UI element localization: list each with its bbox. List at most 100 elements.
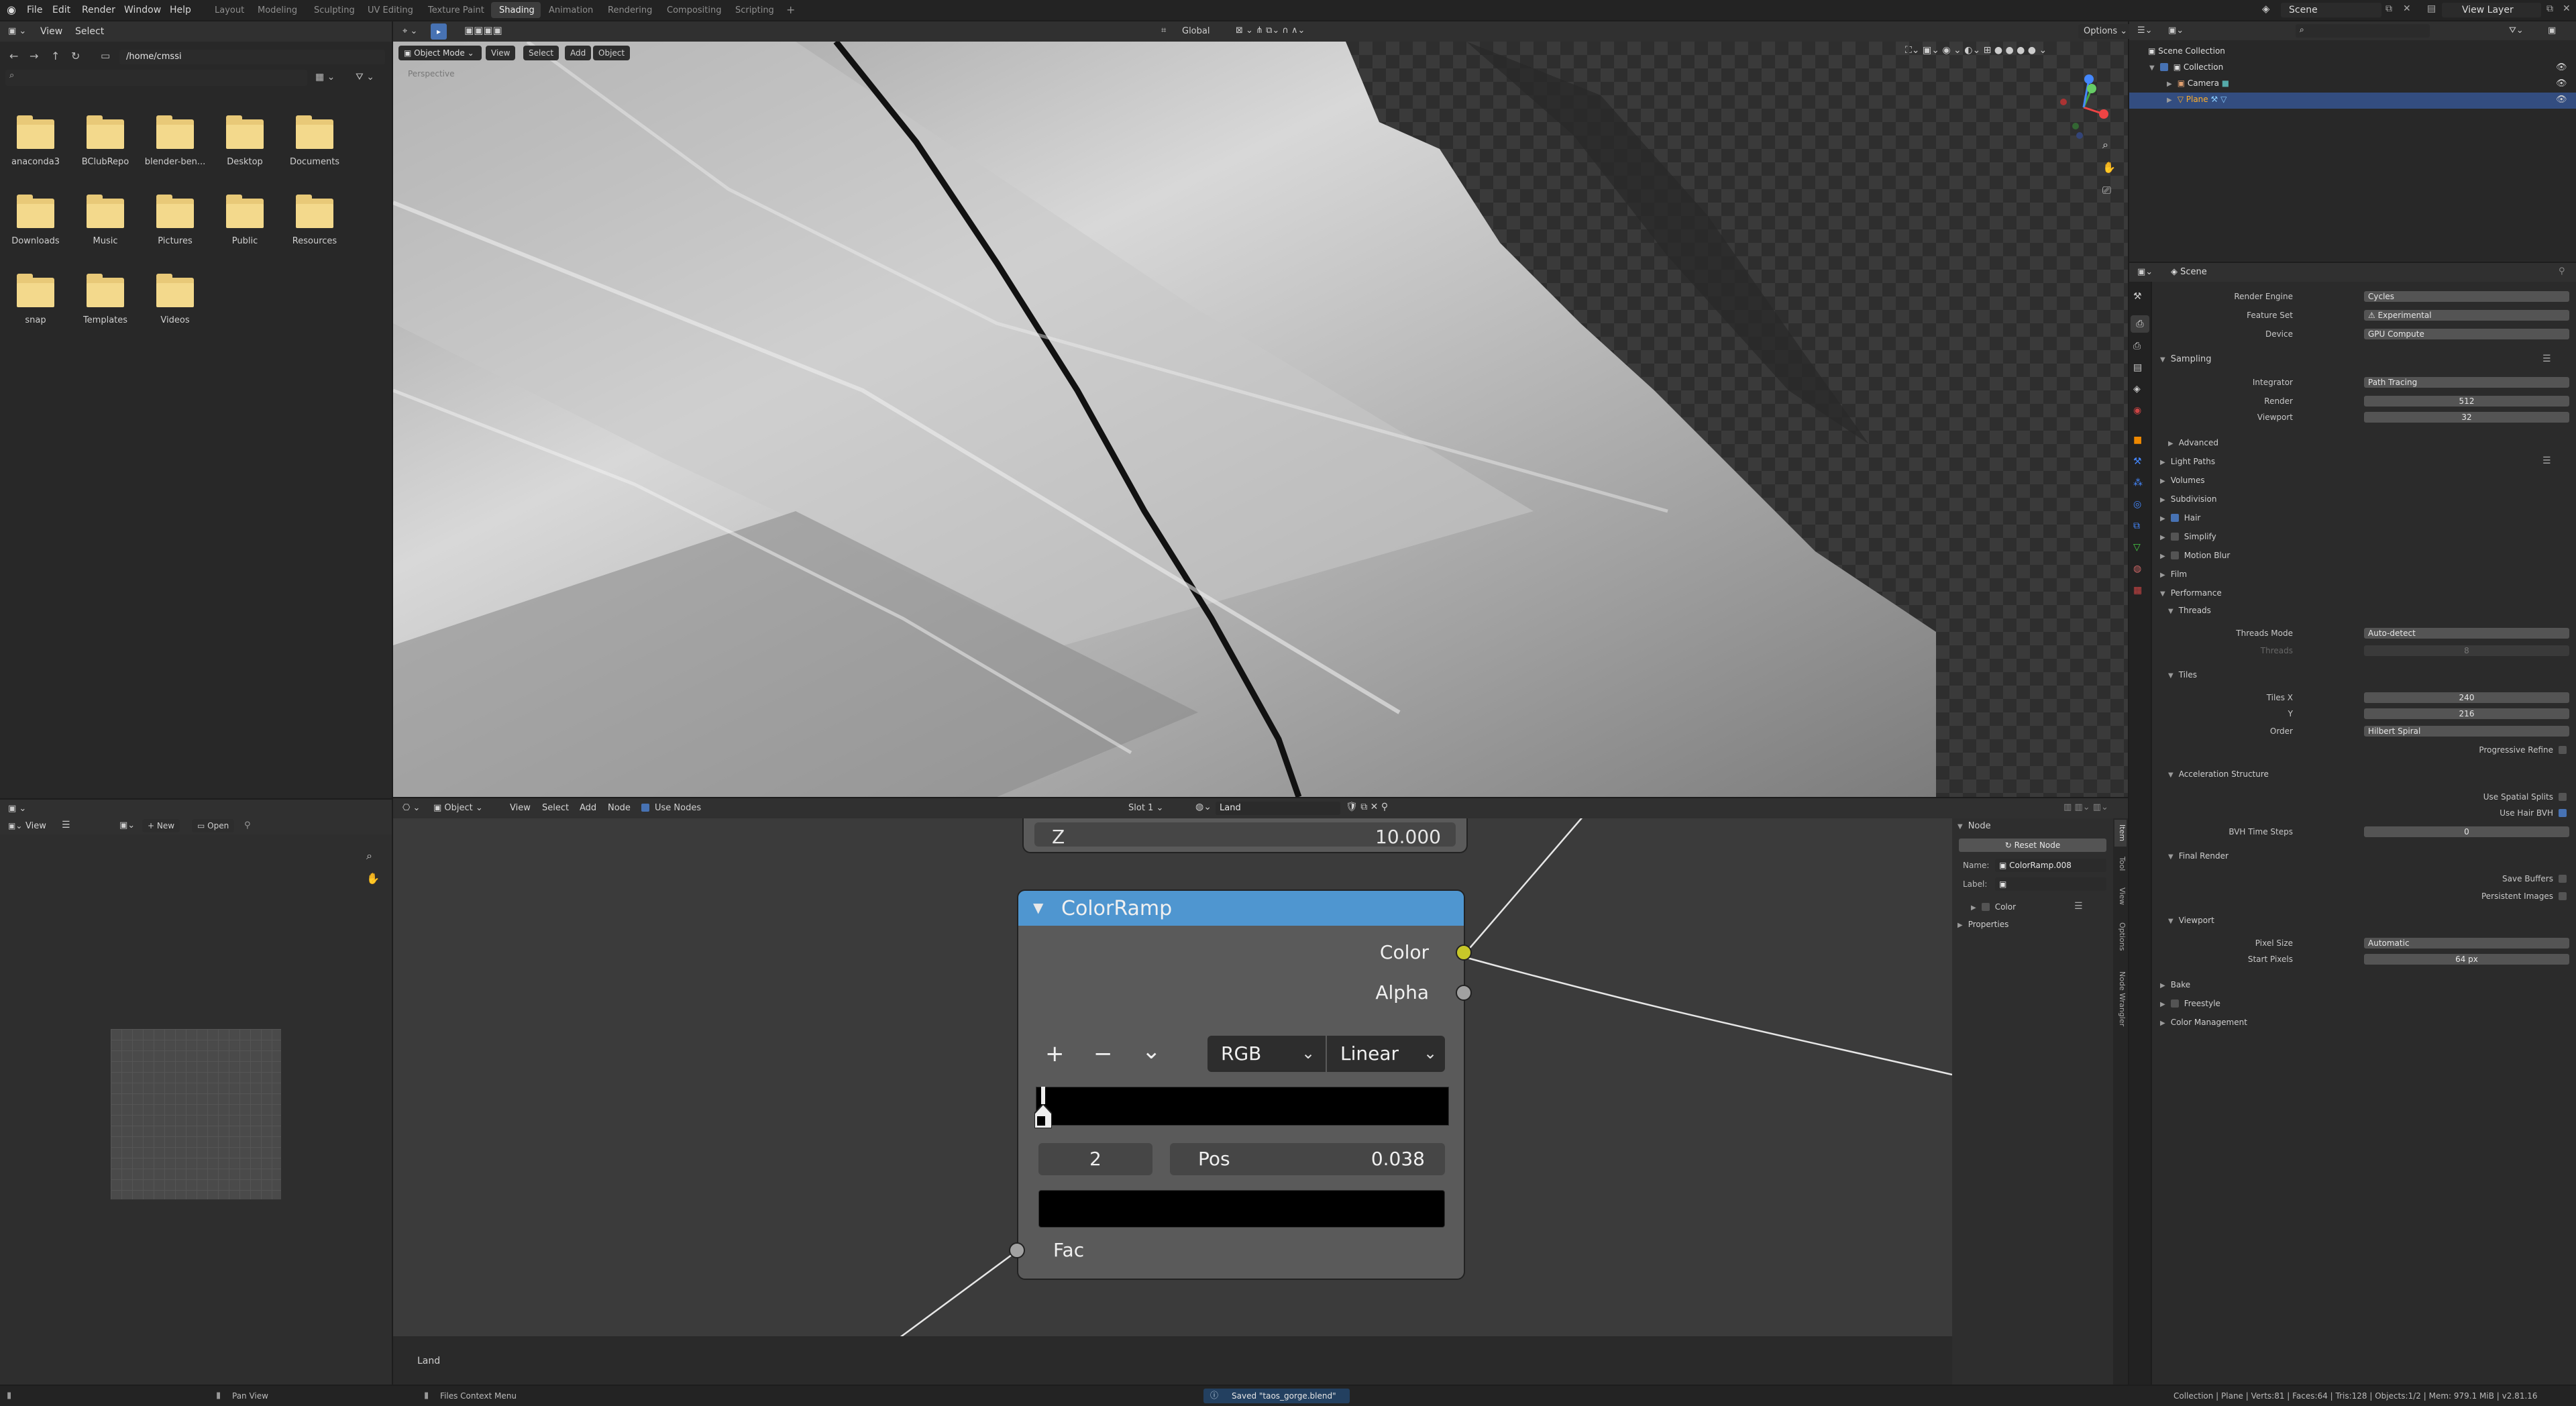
- physics-tab-icon[interactable]: ◎: [2133, 499, 2141, 510]
- selection-mode-icons[interactable]: ▣▣▣▣: [464, 25, 502, 36]
- slot-dropdown[interactable]: Slot 1 ⌄: [1128, 804, 1163, 812]
- render-tab-icon[interactable]: ⎙: [2131, 315, 2149, 333]
- outliner-row-collection[interactable]: ▼ ▣ Collection: [2149, 63, 2223, 72]
- node-panel-header[interactable]: ▼ Node: [1957, 821, 1991, 832]
- menu-file[interactable]: File: [27, 5, 42, 15]
- image-browse-icon[interactable]: ▣⌄: [119, 821, 135, 830]
- scene-close-icon[interactable]: ✕: [2403, 4, 2411, 13]
- modifier-tab-icon[interactable]: ⚒: [2133, 456, 2142, 467]
- menu-node-add[interactable]: Add: [580, 804, 596, 812]
- node-label-field[interactable]: ▣: [1995, 877, 2106, 891]
- color-mode-dropdown[interactable]: RGB ⌄: [1208, 1036, 1326, 1072]
- advanced-subpanel[interactable]: ▶ Advanced: [2168, 437, 2218, 449]
- color-subpanel[interactable]: ▶ Color: [1971, 902, 2016, 914]
- use-nodes-checkbox[interactable]: Use Nodes: [641, 804, 701, 812]
- output-alpha-socket[interactable]: [1456, 985, 1472, 1001]
- open-image-button[interactable]: ▭ Open: [192, 819, 235, 832]
- add-workspace-button[interactable]: +: [786, 5, 795, 15]
- zoom-view-icon[interactable]: ⌕: [2102, 140, 2108, 150]
- texture-tab-icon[interactable]: ▦: [2133, 585, 2142, 596]
- menu-vp-object[interactable]: Object: [593, 46, 631, 60]
- outliner-row-plane[interactable]: ▶ ▽ Plane ⚒ ▽: [2167, 95, 2226, 104]
- properties-panel[interactable]: ▶ Properties: [1957, 919, 2008, 931]
- pan-view-icon[interactable]: ✋: [2102, 162, 2116, 173]
- tab-compositing[interactable]: Compositing: [667, 6, 722, 15]
- render-samples-field[interactable]: 512: [2364, 396, 2569, 407]
- new-collection-icon[interactable]: ▣: [2548, 26, 2556, 35]
- editor-type-icon[interactable]: ⌖ ⌄: [402, 27, 417, 36]
- node-name-field[interactable]: ▣ ColorRamp.008: [1995, 859, 2106, 872]
- filter-icon[interactable]: ⛛⌄: [2509, 26, 2524, 35]
- view-mode-icon[interactable]: ▣⌄: [8, 822, 22, 830]
- particles-tab-icon[interactable]: ⁂: [2133, 478, 2143, 488]
- gizmo-toggle-icons[interactable]: ⛶⌄ ▣⌄ ◉ ⌄ ◐⌄ ⊞ ● ● ● ● ⌄: [1905, 46, 2047, 55]
- folder-item[interactable]: blender-ben...: [145, 115, 205, 180]
- editor-type-icon[interactable]: ⎔ ⌄: [402, 804, 420, 812]
- object-tab-icon[interactable]: ■: [2133, 435, 2142, 445]
- order-dropdown[interactable]: Hilbert Spiral: [2364, 726, 2569, 737]
- editor-type-icon[interactable]: ▣ ⌄: [8, 804, 26, 813]
- snap-icon[interactable]: ⊠ ⌄ ⋔ ⧉⌄ ∩ ∧⌄: [1236, 26, 1305, 35]
- menu-fb-view[interactable]: View: [40, 27, 62, 36]
- colorramp-node-header[interactable]: ▼ ColorRamp: [1018, 891, 1464, 926]
- interpolation-dropdown[interactable]: Linear ⌄: [1327, 1036, 1445, 1072]
- tab-node-wrangler[interactable]: Node Wrangler: [2114, 962, 2127, 1036]
- tab-texture-paint[interactable]: Texture Paint: [428, 6, 484, 15]
- menu-vp-select[interactable]: Select: [523, 46, 559, 60]
- threads-mode-dropdown[interactable]: Auto-detect: [2364, 628, 2569, 639]
- folder-item[interactable]: Music: [82, 195, 129, 259]
- viewport-subpanel[interactable]: ▼ Viewport: [2168, 915, 2214, 927]
- view-layer-close-icon[interactable]: ✕: [2563, 4, 2571, 13]
- folder-item[interactable]: Templates: [82, 274, 129, 338]
- output-color-socket[interactable]: [1456, 944, 1472, 961]
- tab-tool[interactable]: Tool: [2114, 851, 2127, 877]
- scene-collection-row[interactable]: ▣ Scene Collection: [2148, 47, 2225, 55]
- folder-item[interactable]: Videos: [152, 274, 199, 338]
- color-management-panel[interactable]: ▶ Color Management: [2160, 1017, 2247, 1029]
- z-field[interactable]: Z 10.000: [1034, 822, 1456, 847]
- new-folder-icon[interactable]: ▭: [101, 51, 110, 61]
- stop-position-field[interactable]: Pos 0.038: [1170, 1143, 1445, 1175]
- constraints-tab-icon[interactable]: ⧉: [2133, 521, 2140, 531]
- feature-set-dropdown[interactable]: ⚠ Experimental: [2364, 310, 2569, 321]
- outliner-row-camera[interactable]: ▶ ▣ Camera ■: [2167, 79, 2229, 88]
- camera-view-icon[interactable]: ⎚: [2102, 185, 2111, 196]
- pixel-size-dropdown[interactable]: Automatic: [2364, 938, 2569, 949]
- menu-vp-add[interactable]: Add: [565, 46, 592, 60]
- mapping-node-partial[interactable]: Z 10.000: [1024, 818, 1466, 852]
- material-browse-icon[interactable]: ◍⌄: [1195, 802, 1212, 812]
- editor-type-icon[interactable]: ▣ ⌄: [8, 27, 26, 36]
- freestyle-panel[interactable]: ▶ Freestyle: [2160, 998, 2220, 1010]
- color-stop-handle[interactable]: [1034, 1087, 1052, 1128]
- light-paths-panel[interactable]: ▶ Light Paths: [2160, 456, 2215, 468]
- material-name-field[interactable]: Land: [1216, 802, 1340, 815]
- new-image-button[interactable]: + New: [142, 819, 180, 832]
- forward-arrow-icon[interactable]: →: [30, 51, 38, 62]
- view-layer-tab-icon[interactable]: ▤: [2133, 362, 2142, 373]
- use-spatial-splits-checkbox[interactable]: [2559, 793, 2567, 801]
- options-dropdown[interactable]: Options ⌄: [2078, 24, 2133, 39]
- threads-subpanel[interactable]: ▼ Threads: [2168, 605, 2211, 617]
- pivot-icon[interactable]: ⌗: [1161, 26, 1166, 35]
- menu-node-node[interactable]: Node: [608, 804, 631, 812]
- chevron-down-icon[interactable]: ⌄: [1142, 1040, 1161, 1063]
- tab-options[interactable]: Options: [2114, 915, 2127, 958]
- tab-view[interactable]: View: [2114, 881, 2127, 911]
- editor-type-icon[interactable]: ☰⌄: [2137, 26, 2153, 35]
- add-stop-button[interactable]: +: [1045, 1042, 1065, 1065]
- start-pixels-field[interactable]: 64 px: [2364, 954, 2569, 965]
- tab-animation[interactable]: Animation: [549, 6, 593, 15]
- folder-item[interactable]: anaconda3: [11, 115, 60, 180]
- bake-panel[interactable]: ▶ Bake: [2160, 979, 2190, 991]
- hand-pan-icon[interactable]: ✋: [366, 873, 380, 884]
- render-engine-dropdown[interactable]: Cycles: [2364, 291, 2569, 302]
- outliner-search-input[interactable]: ⌕: [2296, 24, 2430, 38]
- stop-index-field[interactable]: 2: [1038, 1143, 1152, 1175]
- folder-item[interactable]: Public: [221, 195, 268, 259]
- reset-node-button[interactable]: ↻ Reset Node: [1959, 839, 2106, 852]
- display-mode-icon[interactable]: ▣⌄: [2168, 26, 2184, 35]
- sampling-panel[interactable]: ▼ Sampling: [2160, 354, 2212, 366]
- folder-item[interactable]: Documents: [290, 115, 339, 180]
- menu-edit[interactable]: Edit: [52, 5, 70, 15]
- menu-image-view[interactable]: View: [25, 822, 46, 830]
